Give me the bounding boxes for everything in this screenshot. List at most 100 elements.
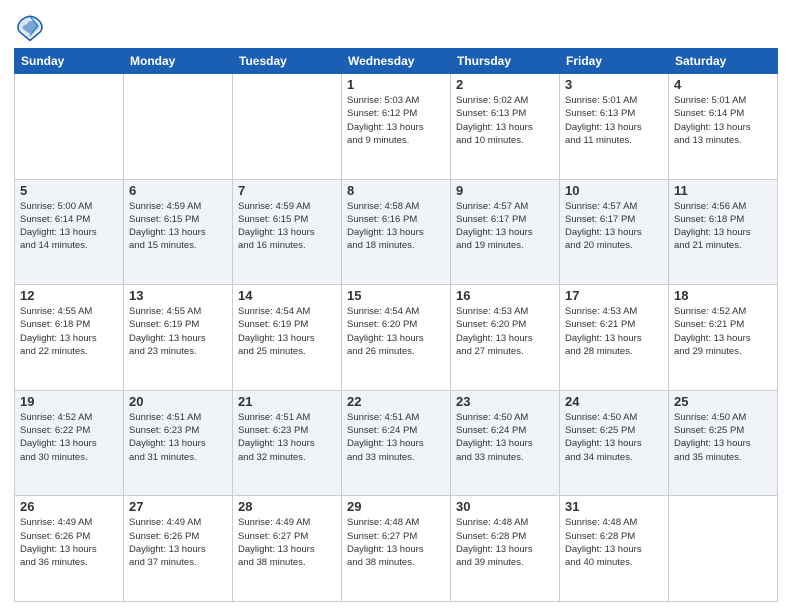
day-number: 6: [129, 183, 227, 198]
weekday-header-sunday: Sunday: [15, 49, 124, 74]
calendar-cell: 13 Sunrise: 4:55 AM Sunset: 6:19 PM Dayli…: [124, 285, 233, 391]
day-info: Sunrise: 4:52 AM Sunset: 6:22 PM Dayligh…: [20, 411, 118, 464]
calendar-cell: 3 Sunrise: 5:01 AM Sunset: 6:13 PM Daylig…: [560, 74, 669, 180]
day-number: 23: [456, 394, 554, 409]
calendar-cell: 21 Sunrise: 4:51 AM Sunset: 6:23 PM Dayli…: [233, 390, 342, 496]
day-number: 25: [674, 394, 772, 409]
day-info: Sunrise: 4:57 AM Sunset: 6:17 PM Dayligh…: [456, 200, 554, 253]
day-info: Sunrise: 4:53 AM Sunset: 6:21 PM Dayligh…: [565, 305, 663, 358]
weekday-header-row: SundayMondayTuesdayWednesdayThursdayFrid…: [15, 49, 778, 74]
weekday-header-monday: Monday: [124, 49, 233, 74]
day-number: 9: [456, 183, 554, 198]
day-number: 4: [674, 77, 772, 92]
day-number: 20: [129, 394, 227, 409]
day-info: Sunrise: 4:54 AM Sunset: 6:20 PM Dayligh…: [347, 305, 445, 358]
calendar-week-2: 5Sunrise: 5:00 AM Sunset: 6:14 PM Daylig…: [15, 179, 778, 285]
calendar-cell: 27Sunrise: 4:49 AM Sunset: 6:26 PM Dayli…: [124, 496, 233, 602]
calendar-cell: 24 Sunrise: 4:50 AM Sunset: 6:25 PM Dayli…: [560, 390, 669, 496]
calendar-cell: 29Sunrise: 4:48 AM Sunset: 6:27 PM Dayli…: [342, 496, 451, 602]
day-number: 17: [565, 288, 663, 303]
day-info: Sunrise: 4:59 AM Sunset: 6:15 PM Dayligh…: [129, 200, 227, 253]
day-info: Sunrise: 4:56 AM Sunset: 6:18 PM Dayligh…: [674, 200, 772, 253]
day-number: 10: [565, 183, 663, 198]
calendar-cell: 10 Sunrise: 4:57 AM Sunset: 6:17 PM Dayli…: [560, 179, 669, 285]
day-number: 19: [20, 394, 118, 409]
day-info: Sunrise: 4:51 AM Sunset: 6:24 PM Dayligh…: [347, 411, 445, 464]
day-info: Sunrise: 4:50 AM Sunset: 6:25 PM Dayligh…: [674, 411, 772, 464]
calendar-cell: 9 Sunrise: 4:57 AM Sunset: 6:17 PM Daylig…: [451, 179, 560, 285]
calendar-cell: 11 Sunrise: 4:56 AM Sunset: 6:18 PM Dayli…: [669, 179, 778, 285]
weekday-header-saturday: Saturday: [669, 49, 778, 74]
day-number: 14: [238, 288, 336, 303]
weekday-header-friday: Friday: [560, 49, 669, 74]
calendar-week-4: 19 Sunrise: 4:52 AM Sunset: 6:22 PM Dayli…: [15, 390, 778, 496]
day-info: Sunrise: 4:58 AM Sunset: 6:16 PM Dayligh…: [347, 200, 445, 253]
day-number: 12: [20, 288, 118, 303]
day-number: 15: [347, 288, 445, 303]
day-number: 26: [20, 499, 118, 514]
day-info: Sunrise: 4:54 AM Sunset: 6:19 PM Dayligh…: [238, 305, 336, 358]
calendar-table: SundayMondayTuesdayWednesdayThursdayFrid…: [14, 48, 778, 602]
calendar-cell: 17 Sunrise: 4:53 AM Sunset: 6:21 PM Dayli…: [560, 285, 669, 391]
day-info: Sunrise: 4:48 AM Sunset: 6:27 PM Dayligh…: [347, 516, 445, 569]
calendar-cell: 23 Sunrise: 4:50 AM Sunset: 6:24 PM Dayli…: [451, 390, 560, 496]
calendar-cell: 1 Sunrise: 5:03 AM Sunset: 6:12 PM Daylig…: [342, 74, 451, 180]
page: SundayMondayTuesdayWednesdayThursdayFrid…: [0, 0, 792, 612]
day-number: 5: [20, 183, 118, 198]
day-number: 13: [129, 288, 227, 303]
day-info: Sunrise: 4:48 AM Sunset: 6:28 PM Dayligh…: [565, 516, 663, 569]
calendar-cell: 28 Sunrise: 4:49 AM Sunset: 6:27 PM Dayli…: [233, 496, 342, 602]
day-info: Sunrise: 4:57 AM Sunset: 6:17 PM Dayligh…: [565, 200, 663, 253]
day-info: Sunrise: 4:50 AM Sunset: 6:25 PM Dayligh…: [565, 411, 663, 464]
day-info: Sunrise: 4:51 AM Sunset: 6:23 PM Dayligh…: [129, 411, 227, 464]
calendar-cell: 20 Sunrise: 4:51 AM Sunset: 6:23 PM Dayli…: [124, 390, 233, 496]
calendar-week-1: 1 Sunrise: 5:03 AM Sunset: 6:12 PM Daylig…: [15, 74, 778, 180]
day-info: Sunrise: 5:01 AM Sunset: 6:13 PM Dayligh…: [565, 94, 663, 147]
day-info: Sunrise: 5:01 AM Sunset: 6:14 PM Dayligh…: [674, 94, 772, 147]
day-info: Sunrise: 4:49 AM Sunset: 6:27 PM Dayligh…: [238, 516, 336, 569]
calendar-cell: 14 Sunrise: 4:54 AM Sunset: 6:19 PM Dayli…: [233, 285, 342, 391]
calendar-cell: 2Sunrise: 5:02 AM Sunset: 6:13 PM Daylig…: [451, 74, 560, 180]
day-number: 24: [565, 394, 663, 409]
logo: [14, 10, 50, 42]
day-number: 21: [238, 394, 336, 409]
day-info: Sunrise: 4:51 AM Sunset: 6:23 PM Dayligh…: [238, 411, 336, 464]
calendar-cell: 30Sunrise: 4:48 AM Sunset: 6:28 PM Dayli…: [451, 496, 560, 602]
calendar-cell: 8Sunrise: 4:58 AM Sunset: 6:16 PM Daylig…: [342, 179, 451, 285]
weekday-header-thursday: Thursday: [451, 49, 560, 74]
calendar-cell: 5Sunrise: 5:00 AM Sunset: 6:14 PM Daylig…: [15, 179, 124, 285]
day-info: Sunrise: 5:03 AM Sunset: 6:12 PM Dayligh…: [347, 94, 445, 147]
day-info: Sunrise: 4:59 AM Sunset: 6:15 PM Dayligh…: [238, 200, 336, 253]
day-info: Sunrise: 4:53 AM Sunset: 6:20 PM Dayligh…: [456, 305, 554, 358]
day-number: 22: [347, 394, 445, 409]
day-number: 1: [347, 77, 445, 92]
calendar-cell: 15 Sunrise: 4:54 AM Sunset: 6:20 PM Dayli…: [342, 285, 451, 391]
calendar-cell: [15, 74, 124, 180]
weekday-header-tuesday: Tuesday: [233, 49, 342, 74]
day-number: 30: [456, 499, 554, 514]
calendar-cell: [669, 496, 778, 602]
calendar-cell: 18 Sunrise: 4:52 AM Sunset: 6:21 PM Dayli…: [669, 285, 778, 391]
day-info: Sunrise: 4:49 AM Sunset: 6:26 PM Dayligh…: [129, 516, 227, 569]
calendar-cell: 12 Sunrise: 4:55 AM Sunset: 6:18 PM Dayli…: [15, 285, 124, 391]
calendar-cell: [124, 74, 233, 180]
day-number: 3: [565, 77, 663, 92]
day-number: 11: [674, 183, 772, 198]
calendar-cell: 6 Sunrise: 4:59 AM Sunset: 6:15 PM Daylig…: [124, 179, 233, 285]
calendar-cell: 7 Sunrise: 4:59 AM Sunset: 6:15 PM Daylig…: [233, 179, 342, 285]
day-number: 28: [238, 499, 336, 514]
calendar-cell: 19 Sunrise: 4:52 AM Sunset: 6:22 PM Dayli…: [15, 390, 124, 496]
day-number: 7: [238, 183, 336, 198]
day-number: 31: [565, 499, 663, 514]
day-info: Sunrise: 4:50 AM Sunset: 6:24 PM Dayligh…: [456, 411, 554, 464]
day-info: Sunrise: 5:02 AM Sunset: 6:13 PM Dayligh…: [456, 94, 554, 147]
day-number: 18: [674, 288, 772, 303]
day-info: Sunrise: 4:55 AM Sunset: 6:19 PM Dayligh…: [129, 305, 227, 358]
calendar-cell: 22 Sunrise: 4:51 AM Sunset: 6:24 PM Dayli…: [342, 390, 451, 496]
day-info: Sunrise: 4:55 AM Sunset: 6:18 PM Dayligh…: [20, 305, 118, 358]
calendar-cell: 26 Sunrise: 4:49 AM Sunset: 6:26 PM Dayli…: [15, 496, 124, 602]
calendar-week-5: 26 Sunrise: 4:49 AM Sunset: 6:26 PM Dayli…: [15, 496, 778, 602]
day-info: Sunrise: 4:52 AM Sunset: 6:21 PM Dayligh…: [674, 305, 772, 358]
day-info: Sunrise: 4:49 AM Sunset: 6:26 PM Dayligh…: [20, 516, 118, 569]
day-number: 16: [456, 288, 554, 303]
